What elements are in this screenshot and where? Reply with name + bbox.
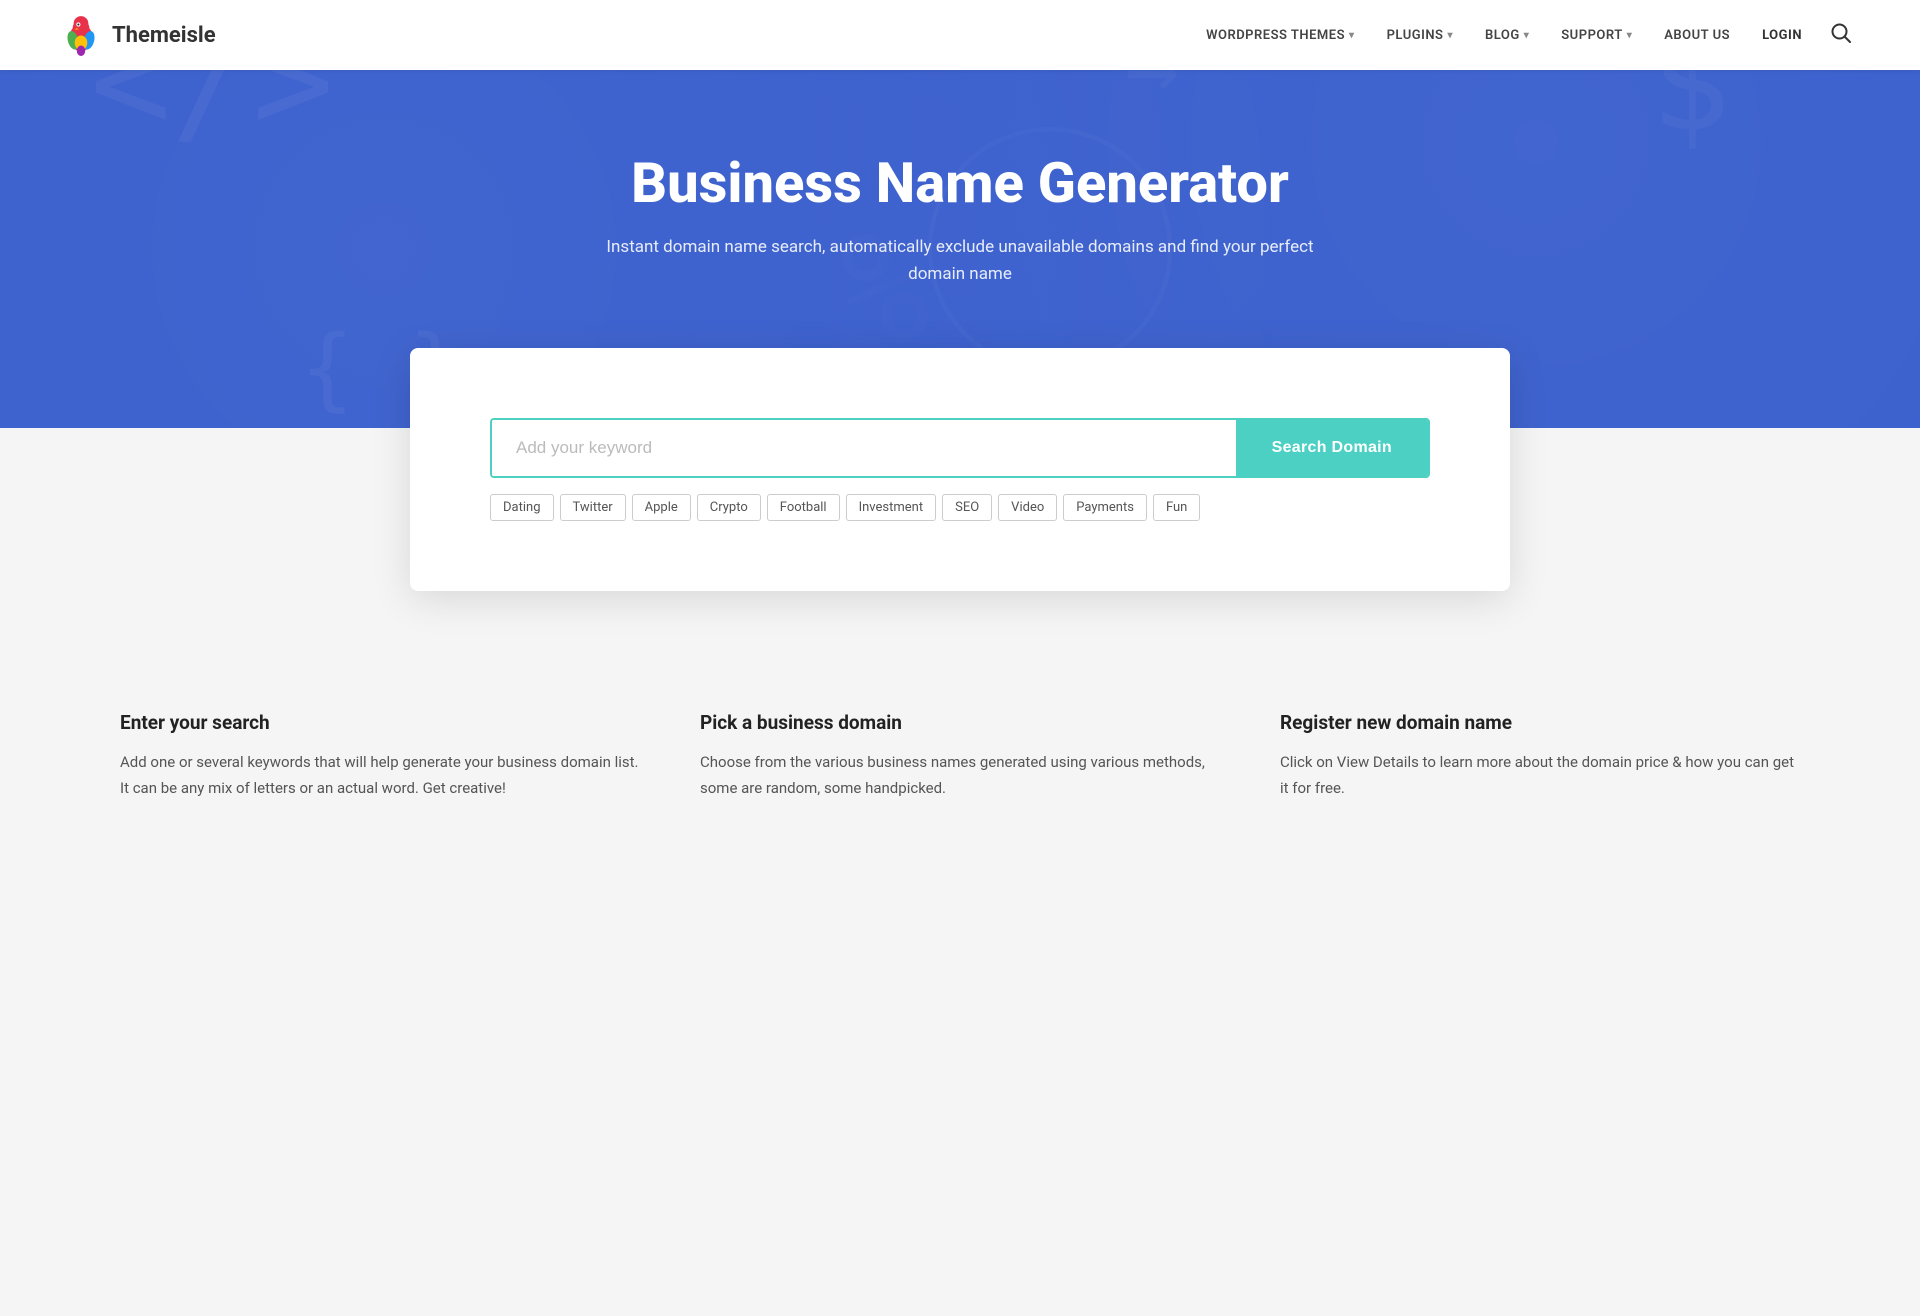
svg-text:$: $ [1650, 70, 1731, 161]
tag-item[interactable]: Payments [1063, 494, 1147, 521]
logo-area[interactable]: Themeisle [60, 14, 216, 56]
chevron-down-icon: ▾ [1447, 30, 1453, 41]
chevron-down-icon: ▾ [1349, 30, 1355, 41]
search-icon[interactable] [1822, 14, 1860, 57]
nav-blog[interactable]: BLOG ▾ [1473, 20, 1541, 51]
info-body-1: Choose from the various business names g… [700, 750, 1220, 801]
tags-row: DatingTwitterAppleCryptoFootballInvestme… [490, 494, 1430, 521]
tag-item[interactable]: Twitter [560, 494, 626, 521]
main-nav: WORDPRESS THEMES ▾ PLUGINS ▾ BLOG ▾ SUPP… [1194, 14, 1860, 57]
nav-plugins[interactable]: PLUGINS ▾ [1375, 20, 1465, 51]
tag-item[interactable]: Apple [632, 494, 691, 521]
search-row: Search Domain [490, 418, 1430, 478]
info-title-1: Pick a business domain [700, 711, 1220, 734]
search-card-wrapper: Search Domain DatingTwitterAppleCryptoFo… [0, 348, 1920, 651]
tag-item[interactable]: Video [998, 494, 1057, 521]
hero-subtitle: Instant domain name search, automaticall… [580, 234, 1340, 288]
svg-text:</>: </> [90, 70, 334, 161]
info-section: Enter your search Add one or several key… [0, 651, 1920, 881]
page-title: Business Name Generator [60, 150, 1860, 216]
search-domain-button[interactable]: Search Domain [1236, 420, 1428, 476]
brand-name: Themeisle [112, 23, 216, 48]
site-header: Themeisle WORDPRESS THEMES ▾ PLUGINS ▾ B… [0, 0, 1920, 70]
nav-wordpress-themes[interactable]: WORDPRESS THEMES ▾ [1194, 20, 1367, 51]
info-title-2: Register new domain name [1280, 711, 1800, 734]
tag-item[interactable]: Crypto [697, 494, 761, 521]
svg-text:→: → [1125, 70, 1179, 121]
tag-item[interactable]: Investment [846, 494, 937, 521]
chevron-down-icon: ▾ [1524, 30, 1530, 41]
info-block-2: Register new domain name Click on View D… [1280, 711, 1800, 801]
tag-item[interactable]: Football [767, 494, 840, 521]
info-body-0: Add one or several keywords that will he… [120, 750, 640, 801]
svg-text:#: # [600, 70, 664, 94]
nav-about-us[interactable]: ABOUT US [1652, 20, 1742, 51]
info-block-0: Enter your search Add one or several key… [120, 711, 640, 801]
info-title-0: Enter your search [120, 711, 640, 734]
nav-login[interactable]: LOGIN [1750, 20, 1814, 51]
parrot-logo-icon [60, 14, 102, 56]
tag-item[interactable]: Fun [1153, 494, 1200, 521]
nav-support[interactable]: SUPPORT ▾ [1549, 20, 1644, 51]
info-block-1: Pick a business domain Choose from the v… [700, 711, 1220, 801]
search-card: Search Domain DatingTwitterAppleCryptoFo… [410, 348, 1510, 591]
tag-item[interactable]: Dating [490, 494, 554, 521]
info-body-2: Click on View Details to learn more abou… [1280, 750, 1800, 801]
chevron-down-icon: ▾ [1627, 30, 1633, 41]
search-input[interactable] [492, 420, 1236, 476]
tag-item[interactable]: SEO [942, 494, 992, 521]
